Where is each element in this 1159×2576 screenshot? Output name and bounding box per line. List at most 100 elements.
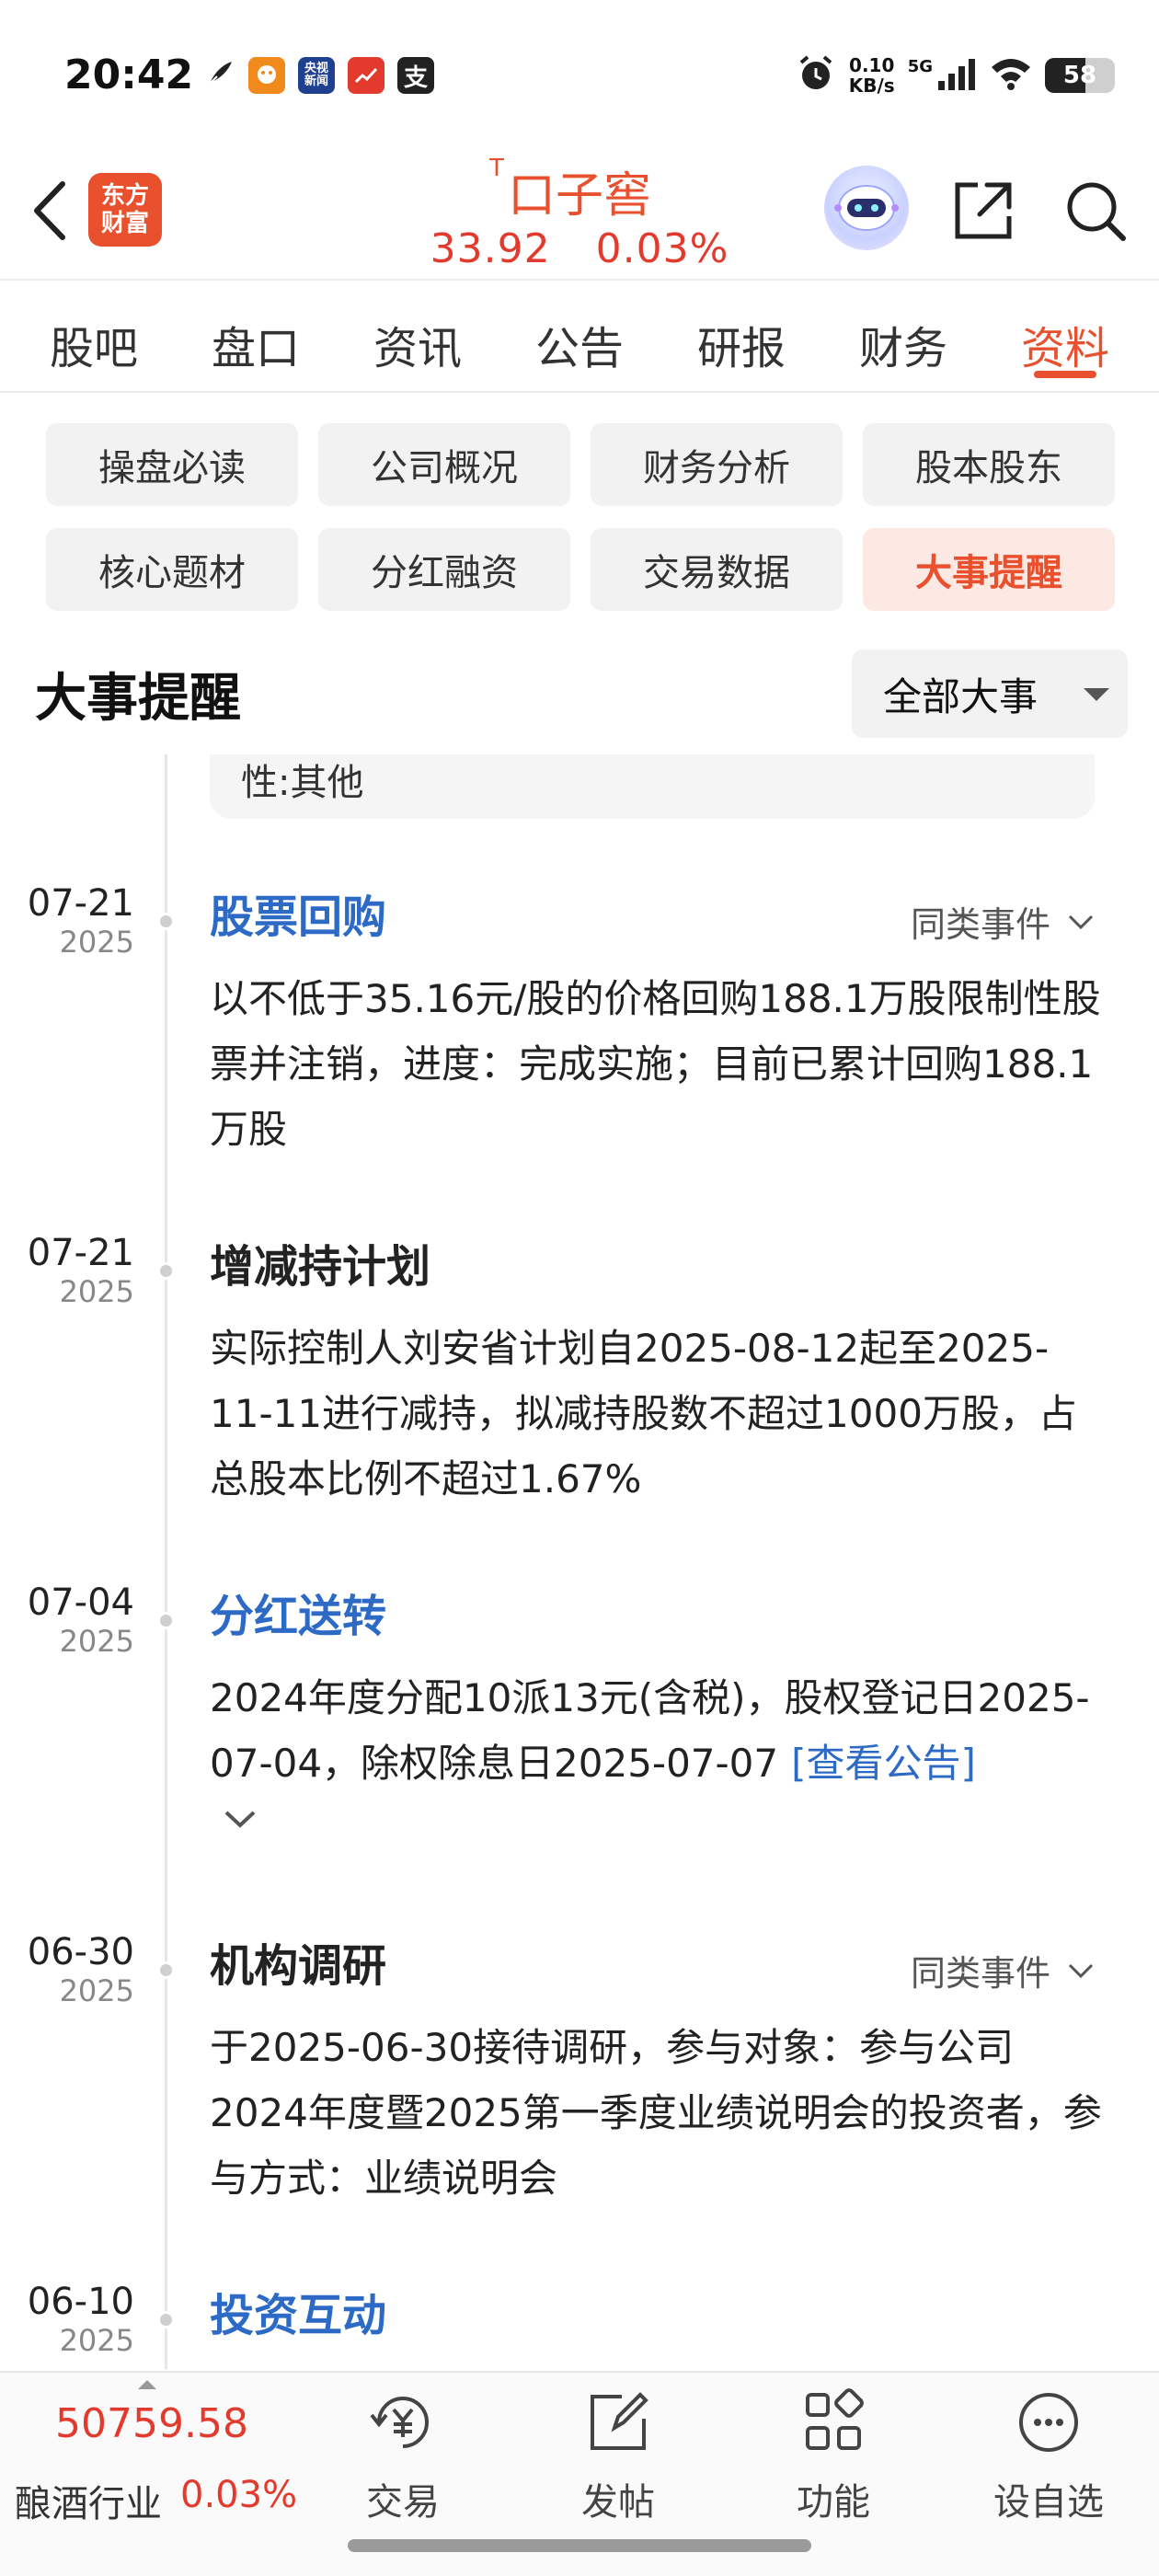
tab-profile[interactable]: 资料 <box>1021 282 1109 391</box>
similar-events-button[interactable]: 同类事件 <box>911 896 1095 947</box>
net-speed-unit: KB/s <box>848 75 895 97</box>
section-title: 大事提醒 <box>35 669 241 729</box>
share-button[interactable] <box>942 169 1025 252</box>
tab-pankou[interactable]: 盘口 <box>212 282 300 391</box>
chevron-down-icon <box>1068 1963 1094 1978</box>
chip-financial-analysis[interactable]: 财务分析 <box>591 423 843 506</box>
similar-events-label: 同类事件 <box>910 1953 1050 1994</box>
profile-subnav: 操盘必读 公司概况 财务分析 股本股东 核心题材 分红融资 交易数据 大事提醒 <box>46 423 1115 611</box>
chip-major-events[interactable]: 大事提醒 <box>863 528 1115 611</box>
net-speed-value: 0.10 <box>849 54 895 76</box>
tab-guba[interactable]: 股吧 <box>50 282 138 391</box>
event-date: 06-10 2025 <box>28 2282 134 2359</box>
event-month-day: 06-30 <box>27 1931 134 1973</box>
functions-button[interactable]: 功能 <box>741 2386 925 2542</box>
event-title[interactable]: 分红送转 <box>210 1582 386 1650</box>
chevron-down-icon <box>1068 914 1094 929</box>
event-description: 实际控制人刘安省计划自2025-08-12起至2025-11-11进行减持，拟减… <box>210 1326 1077 1501</box>
event-title[interactable]: 股票回购 <box>210 883 386 951</box>
event-title[interactable]: 投资互动 <box>210 2282 386 2350</box>
expand-chevron-icon[interactable] <box>219 1798 261 1840</box>
battery-indicator: 58 <box>1045 58 1115 93</box>
event-filter-dropdown[interactable]: 全部大事 <box>852 650 1128 738</box>
event-title: 机构调研 <box>210 1940 387 1992</box>
status-bar: 20:42 央视 新闻 支 0.10 KB/s 5G 58 <box>0 0 1159 156</box>
chip-core-themes[interactable]: 核心题材 <box>46 528 298 611</box>
industry-index-name: 酿酒行业 <box>15 2483 162 2525</box>
status-time: 20:42 <box>64 52 194 98</box>
home-indicator[interactable] <box>348 2539 811 2552</box>
chip-trading-data[interactable]: 交易数据 <box>591 528 843 611</box>
signal-icon <box>936 55 977 96</box>
event-date: 07-21 2025 <box>28 883 134 960</box>
tab-news[interactable]: 资讯 <box>373 282 462 391</box>
timeline-dot <box>157 1961 175 1979</box>
header-divider <box>0 279 1159 281</box>
event-filter-label: 全部大事 <box>883 673 1039 719</box>
alarm-icon <box>796 53 836 98</box>
event-date: 07-04 2025 <box>28 1582 134 1660</box>
similar-events-button[interactable]: 同类事件 <box>911 1945 1095 1995</box>
tab-research[interactable]: 研报 <box>697 282 786 391</box>
yuan-refresh-icon <box>370 2397 429 2448</box>
event-month-day: 07-04 <box>27 1581 134 1624</box>
trade-label: 交易 <box>366 2481 440 2524</box>
main-tabs: 股吧 盘口 资讯 公告 研报 财务 资料 <box>0 282 1159 391</box>
chip-company-overview[interactable]: 公司概况 <box>318 423 570 506</box>
tab-finance[interactable]: 财务 <box>859 282 947 391</box>
view-announcement-link[interactable]: [查看公告] <box>791 1741 976 1786</box>
partial-card-text: 性:其他 <box>241 762 364 804</box>
add-watchlist-label: 设自选 <box>993 2481 1104 2524</box>
stock-price: 33.92 <box>430 225 551 272</box>
search-button[interactable] <box>1054 169 1137 252</box>
trade-button[interactable]: 交易 <box>311 2386 495 2542</box>
battery-level: 58 <box>1062 62 1097 89</box>
apps-grid-icon <box>806 2388 864 2450</box>
tabs-divider <box>0 391 1159 393</box>
functions-label: 功能 <box>797 2481 870 2524</box>
event-description: 2024年度分配10派13元(含税)，股权登记日2025-07-04，除权除息日… <box>210 1665 1102 1796</box>
chip-shareholders[interactable]: 股本股东 <box>863 423 1115 506</box>
event-year: 2025 <box>59 1624 134 1659</box>
previous-event-detail-card: 性:其他 <box>210 754 1095 819</box>
event-month-day: 06-10 <box>27 2281 134 2323</box>
timeline-dot <box>157 1262 175 1280</box>
event-month-day: 07-21 <box>27 882 134 925</box>
notification-icons: 央视 新闻 支 <box>204 57 434 94</box>
timeline-line <box>165 754 167 2369</box>
cctv-news-icon: 央视 新闻 <box>298 57 335 94</box>
ai-assistant-avatar[interactable] <box>824 166 909 250</box>
system-indicators: 0.10 KB/s 5G 58 <box>796 53 1115 98</box>
timeline-dot <box>157 913 175 930</box>
event-description: 于2025-06-30接待调研，参与对象：参与公司2024年度暨2025第一季度… <box>210 2025 1102 2201</box>
event-title: 增减持计划 <box>210 1241 431 1293</box>
stock-name-text: 口子窖 <box>507 168 651 224</box>
net-speed: 0.10 KB/s <box>849 55 895 96</box>
chip-dividends-financing[interactable]: 分红融资 <box>318 528 570 611</box>
search-icon <box>1067 182 1126 241</box>
stock-tag: T <box>488 155 504 182</box>
industry-index-pct: 0.03% <box>180 2474 298 2516</box>
event-date: 07-21 2025 <box>28 1233 134 1310</box>
post-label: 发帖 <box>581 2481 655 2524</box>
network-type: 5G <box>907 56 933 76</box>
tab-announcements[interactable]: 公告 <box>535 282 624 391</box>
timeline-dot <box>157 1612 175 1629</box>
chip-trading-must-read[interactable]: 操盘必读 <box>46 423 298 506</box>
alipay-icon: 支 <box>397 57 434 94</box>
industry-index[interactable]: 50759.58 酿酒行业 0.03% <box>0 2373 304 2538</box>
feather-icon <box>204 58 235 93</box>
event-description: 以不低于35.16元/股的价格回购188.1万股限制性股票并注销，进度：完成实施… <box>210 976 1101 1152</box>
stock-name[interactable]: T 口子窖 <box>489 155 651 225</box>
post-button[interactable]: 发帖 <box>526 2386 710 2542</box>
caret-down-icon <box>1084 688 1109 701</box>
event-year: 2025 <box>59 925 134 960</box>
event-year: 2025 <box>59 1973 134 2008</box>
robot-icon <box>834 185 899 231</box>
stock-change-pct: 0.03% <box>595 225 729 272</box>
share-icon <box>955 182 1012 239</box>
add-watchlist-button[interactable]: 设自选 <box>957 2386 1141 2542</box>
more-dots-icon <box>1019 2393 1078 2452</box>
timeline-dot <box>157 2311 175 2329</box>
event-month-day: 07-21 <box>27 1232 134 1274</box>
